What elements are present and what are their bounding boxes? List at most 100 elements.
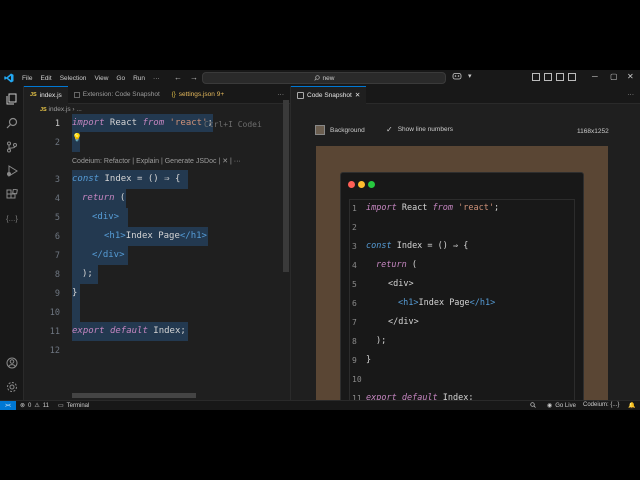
line-number: 1	[54, 119, 60, 129]
snapshot-window: 1 2 3 4 5 6 7 8 9 10 11 import React fro…	[340, 172, 584, 410]
tab-code-snapshot[interactable]: Code Snapshot ✕	[291, 85, 367, 104]
error-icon: ⊗	[20, 403, 26, 409]
breadcrumb-file[interactable]: index.js	[49, 106, 71, 113]
menu-bar: File Edit Selection View Go Run ···	[22, 75, 160, 82]
explorer-icon[interactable]	[5, 92, 19, 106]
menu-file[interactable]: File	[22, 75, 32, 82]
snapshot-line-number: 2	[352, 223, 357, 232]
more-actions-icon[interactable]: ···	[628, 91, 635, 98]
code-line-8: );	[82, 269, 93, 279]
problems-indicator[interactable]: ⊗ 0 ⚠ 11	[20, 402, 49, 410]
snapshot-dimensions: 1168x1252	[577, 128, 609, 135]
checkmark-icon[interactable]: ✓	[386, 125, 393, 134]
more-actions-icon[interactable]: ···	[278, 91, 285, 98]
lightbulb-icon[interactable]: 💡	[72, 133, 82, 142]
background-color-swatch[interactable]	[315, 125, 325, 135]
source-control-icon[interactable]	[5, 140, 19, 154]
search-sidebar-icon[interactable]	[5, 116, 19, 130]
line-number: 12	[49, 346, 60, 356]
history-nav: ← →	[174, 73, 198, 82]
customize-layout-icon[interactable]	[568, 73, 576, 81]
menu-go[interactable]: Go	[116, 75, 125, 82]
window-dot-yellow-icon	[358, 181, 365, 188]
snapshot-line-number: 9	[352, 356, 357, 365]
error-count: 0	[28, 402, 32, 409]
breadcrumb-separator: ›	[72, 106, 75, 113]
minimize-icon[interactable]: ─	[592, 72, 598, 81]
line-number: 8	[54, 270, 60, 280]
back-arrow-icon[interactable]: ←	[174, 73, 182, 82]
command-center-search[interactable]: new	[202, 72, 446, 84]
notifications-icon[interactable]: 🔔	[628, 402, 635, 409]
editor-scrollbar[interactable]	[283, 100, 289, 272]
menu-more[interactable]: ···	[153, 75, 160, 82]
snapshot-line-number: 4	[352, 261, 357, 270]
code-line-11: export default Index;	[72, 326, 186, 336]
warning-count: 11	[42, 402, 49, 409]
toggle-panel-icon[interactable]	[544, 73, 552, 81]
snapshot-line-1: import React from 'react';	[366, 203, 500, 213]
menu-view[interactable]: View	[94, 75, 108, 82]
extensions-icon[interactable]	[5, 188, 19, 202]
code-line-9: }	[72, 288, 78, 298]
snapshot-line-4: return (	[376, 260, 417, 270]
code-line-7: </div>	[92, 250, 125, 260]
horizontal-scrollbar[interactable]	[72, 393, 196, 398]
codelens-actions[interactable]: Codeium: Refactor | Explain | Generate J…	[72, 157, 241, 165]
snapshot-line-number: 7	[352, 318, 357, 327]
editor-tabs-right: Code Snapshot ✕ ···	[291, 85, 640, 104]
line-number: 10	[49, 308, 60, 318]
tab-extension-code-snapshot[interactable]: Extension: Code Snapshot	[68, 86, 166, 104]
snapshot-line-3: const Index = () ⇒ {	[366, 241, 469, 251]
line-number: 3	[54, 175, 60, 185]
forward-arrow-icon[interactable]: →	[190, 73, 198, 82]
run-debug-icon[interactable]	[5, 164, 19, 178]
snapshot-line-number: 6	[352, 299, 357, 308]
snapshot-line-number: 10	[352, 375, 362, 384]
line-number: 5	[54, 213, 60, 223]
toggle-secondary-sidebar-icon[interactable]	[556, 73, 564, 81]
menu-run[interactable]: Run	[133, 75, 145, 82]
extension-icon	[73, 91, 80, 98]
copilot-dropdown-icon[interactable]: ▾	[468, 72, 472, 80]
snapshot-line-number: 5	[352, 280, 357, 289]
go-live-button[interactable]: ◉ Go Live	[547, 402, 576, 410]
remote-indicator[interactable]: ><	[0, 401, 16, 410]
line-number: 6	[54, 232, 60, 242]
copilot-icon[interactable]	[452, 72, 462, 80]
editor-tabs-left: JS index.js Extension: Code Snapshot {} …	[24, 85, 290, 104]
javascript-file-icon: JS	[30, 92, 37, 98]
menu-selection[interactable]: Selection	[60, 75, 87, 82]
close-tab-icon[interactable]: ✕	[355, 91, 360, 99]
json-outline-icon[interactable]: {…}	[5, 212, 19, 226]
tab-settings-json[interactable]: {} settings.json 9+	[166, 86, 230, 104]
go-live-label: Go Live	[555, 402, 576, 409]
close-window-icon[interactable]: ✕	[627, 72, 634, 81]
snapshot-line-number: 1	[352, 204, 357, 213]
broadcast-icon: ◉	[547, 403, 553, 409]
tab-label: Extension: Code Snapshot	[82, 91, 160, 98]
zoom-icon[interactable]	[530, 402, 536, 408]
tab-label: index.js	[39, 91, 62, 99]
tab-index-js[interactable]: JS index.js	[24, 85, 68, 104]
show-line-numbers-label: Show line numbers	[397, 126, 453, 133]
warning-icon: ⚠	[34, 403, 40, 409]
show-line-numbers-option[interactable]: ✓ Show line numbers	[386, 125, 453, 134]
settings-gear-icon[interactable]	[5, 380, 19, 394]
background-option[interactable]: Background	[315, 125, 365, 135]
breadcrumb-rest[interactable]: ...	[76, 106, 81, 113]
menu-edit[interactable]: Edit	[40, 75, 51, 82]
preview-icon	[297, 91, 304, 99]
codeium-status[interactable]: Codeium: {...}	[583, 402, 619, 408]
snapshot-code: 1 2 3 4 5 6 7 8 9 10 11 import React fro…	[349, 199, 575, 410]
line-number: 4	[54, 194, 60, 204]
status-bar: >< ⊗ 0 ⚠ 11 ▭ Terminal ◉ Go Live Codeium…	[0, 400, 640, 410]
toggle-sidebar-icon[interactable]	[532, 73, 540, 81]
terminal-button[interactable]: ▭ Terminal	[58, 402, 89, 410]
activity-bar: {…}	[0, 86, 24, 400]
snapshot-line-number: 3	[352, 242, 357, 251]
code-line-5: <div>	[92, 212, 120, 222]
snapshot-line-6: <h1>Index Page</h1>	[398, 298, 496, 308]
maximize-icon[interactable]: ▢	[610, 72, 618, 81]
accounts-icon[interactable]	[5, 356, 19, 370]
